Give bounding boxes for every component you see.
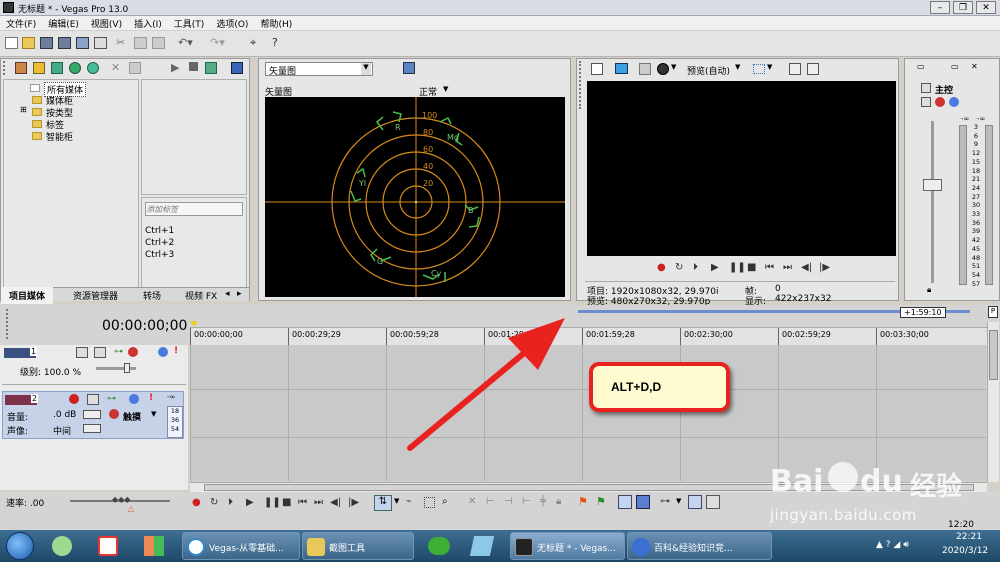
pinned-app-icon[interactable] — [98, 536, 118, 556]
taskbar-button-label: 百科&经验知识竞... — [654, 544, 733, 554]
paw-icon — [828, 462, 858, 492]
watermark-du: du — [860, 464, 903, 499]
folder-icon — [307, 538, 325, 556]
taskbar-button-snipping[interactable]: 截图工具 — [302, 532, 414, 560]
clock-time[interactable]: 22:21 — [956, 532, 982, 542]
taskbar-button-vegas[interactable]: 无标题 * - Vegas... — [510, 532, 625, 560]
watermark-cn: 经验 — [910, 472, 963, 502]
tray-icons[interactable]: ▲ ? ◢ 🔊︎ — [876, 540, 946, 552]
taskbar-button-quiz[interactable]: 百科&经验知识竞... — [627, 532, 772, 560]
vegas-icon — [515, 538, 533, 556]
shortcut-callout: ALT+D,D — [589, 362, 730, 412]
wechat-icon[interactable] — [428, 537, 450, 555]
baidu-watermark: Bai du 经验 jingyan.baidu.com — [770, 462, 990, 532]
browser-icon — [187, 538, 205, 556]
start-button[interactable] — [6, 532, 34, 560]
taskbar-button-label: 截图工具 — [329, 544, 366, 554]
taskbar-button-label: 无标题 * - Vegas... — [537, 544, 616, 554]
taskbar-button-browser[interactable]: Vegas-从零基础... — [182, 532, 300, 560]
quiz-icon — [632, 538, 650, 556]
pinned-app-icon[interactable] — [144, 536, 164, 556]
windows-taskbar: Vegas-从零基础... 截图工具 无标题 * - Vegas... 百科&经… — [0, 530, 1000, 562]
watermark-brand: Bai — [770, 464, 824, 499]
watermark-url: jingyan.baidu.com — [770, 506, 917, 524]
shortcut-callout-text: ALT+D,D — [611, 380, 662, 394]
pinned-app-icon[interactable] — [469, 536, 495, 556]
taskbar-button-label: Vegas-从零基础... — [209, 544, 284, 554]
pinned-app-icon[interactable] — [52, 536, 72, 556]
clock-date[interactable]: 2020/3/12 — [942, 546, 988, 556]
